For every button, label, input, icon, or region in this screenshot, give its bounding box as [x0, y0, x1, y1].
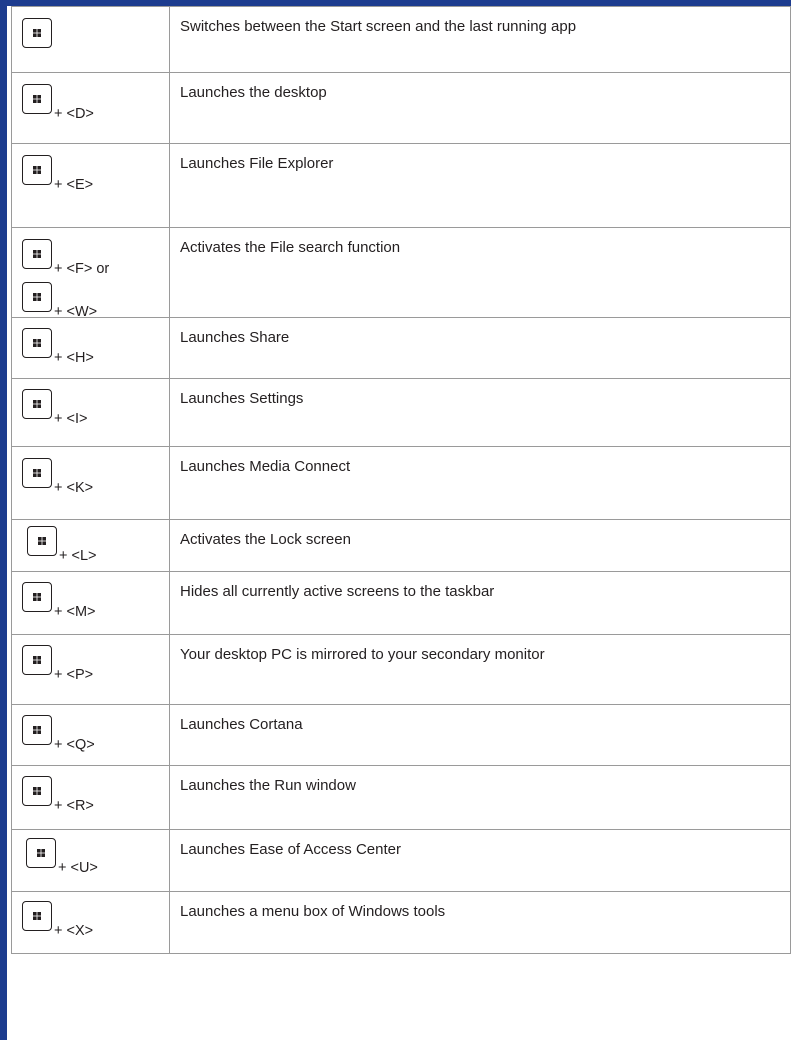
- shortcut-description: Hides all currently active screens to th…: [169, 571, 791, 635]
- shortcut-description: Launches Share: [169, 317, 791, 379]
- shortcut-keys-cell: + <K>: [11, 446, 170, 520]
- key-combo-label: + <Q>: [54, 737, 95, 753]
- windows-key: [22, 282, 52, 312]
- shortcut-keys-cell: + <I>: [11, 378, 170, 447]
- key-combo-label: + <R>: [54, 798, 94, 814]
- windows-logo-icon: [33, 469, 41, 477]
- shortcut-keys-cell: + <M>: [11, 571, 170, 635]
- shortcut-row: + <I> Launches Settings: [11, 378, 791, 447]
- shortcut-keys-cell: + <X>: [11, 891, 170, 954]
- windows-key: [22, 458, 52, 488]
- shortcut-row: + <P> Your desktop PC is mirrored to your…: [11, 634, 791, 705]
- shortcut-keys-cell: + <D>: [11, 72, 170, 144]
- shortcut-description: Launches a menu box of Windows tools: [169, 891, 791, 954]
- key-combo-label: + <E>: [54, 177, 94, 193]
- shortcut-keys-cell: + <L>: [11, 519, 170, 572]
- windows-logo-icon: [33, 29, 41, 37]
- shortcut-row: + <Q> Launches Cortana: [11, 704, 791, 766]
- windows-key: [22, 328, 52, 358]
- shortcut-row: + <L> Activates the Lock screen: [11, 519, 791, 572]
- windows-key: [22, 155, 52, 185]
- shortcut-description: Launches the Run window: [169, 765, 791, 830]
- shortcut-row: + <E> Launches File Explorer: [11, 143, 791, 228]
- shortcut-row: + <K> Launches Media Connect: [11, 446, 791, 520]
- windows-logo-icon: [33, 726, 41, 734]
- key-combo-label: + <D>: [54, 106, 94, 122]
- shortcut-row: Switches between the Start screen and th…: [11, 6, 791, 73]
- shortcut-description: Switches between the Start screen and th…: [169, 6, 791, 73]
- key-combo-label: + <U>: [58, 860, 98, 876]
- shortcut-row: + <X> Launches a menu box of Windows tool…: [11, 891, 791, 954]
- windows-logo-icon: [33, 339, 41, 347]
- left-accent-bar: [0, 0, 7, 1040]
- windows-logo-icon: [33, 656, 41, 664]
- key-combo-label: + <I>: [54, 411, 88, 427]
- windows-key: [27, 526, 57, 556]
- windows-key: [22, 582, 52, 612]
- key-combo-label: + <K>: [54, 480, 94, 496]
- windows-logo-icon: [33, 250, 41, 258]
- shortcut-description: Launches Cortana: [169, 704, 791, 766]
- windows-key: [22, 901, 52, 931]
- shortcut-description: Launches the desktop: [169, 72, 791, 144]
- shortcut-keys-cell: + <E>: [11, 143, 170, 228]
- key-combo-label: + <F> or: [54, 261, 110, 277]
- shortcut-keys-cell: + <Q>: [11, 704, 170, 766]
- shortcut-description: Launches Media Connect: [169, 446, 791, 520]
- shortcut-description: Activates the File search function: [169, 227, 791, 318]
- shortcut-keys-cell: + <H>: [11, 317, 170, 379]
- windows-key: [22, 18, 52, 48]
- windows-key: [26, 838, 56, 868]
- windows-key: [22, 715, 52, 745]
- shortcut-description: Activates the Lock screen: [169, 519, 791, 572]
- windows-logo-icon: [33, 787, 41, 795]
- shortcut-keys-cell: + <R>: [11, 765, 170, 830]
- shortcut-description: Launches File Explorer: [169, 143, 791, 228]
- key-combo-label: + <X>: [54, 923, 94, 939]
- shortcut-row: + <M> Hides all currently active screens …: [11, 571, 791, 635]
- shortcut-keys-cell: + <F> or + <W>: [11, 227, 170, 320]
- shortcut-keys-cell: + <P>: [11, 634, 170, 705]
- shortcut-row: + <H> Launches Share: [11, 317, 791, 379]
- shortcut-row: + <D> Launches the desktop: [11, 72, 791, 144]
- shortcut-description: Your desktop PC is mirrored to your seco…: [169, 634, 791, 705]
- windows-logo-icon: [33, 593, 41, 601]
- shortcut-row: + <U> Launches Ease of Access Center: [11, 829, 791, 892]
- windows-logo-icon: [33, 95, 41, 103]
- shortcut-row: + <R> Launches the Run window: [11, 765, 791, 830]
- key-combo-label: + <P>: [54, 667, 94, 683]
- windows-key: [22, 389, 52, 419]
- shortcut-description: Launches Settings: [169, 378, 791, 447]
- windows-logo-icon: [33, 400, 41, 408]
- windows-logo-icon: [37, 849, 45, 857]
- windows-key: [22, 645, 52, 675]
- windows-key: [22, 239, 52, 269]
- shortcut-table: Switches between the Start screen and th…: [11, 6, 791, 954]
- shortcut-keys-cell: [11, 6, 170, 73]
- windows-key: [22, 84, 52, 114]
- windows-logo-icon: [33, 293, 41, 301]
- windows-logo-icon: [33, 912, 41, 920]
- shortcut-row: + <F> or + <W> Activates the File search f…: [11, 227, 791, 320]
- windows-key: [22, 776, 52, 806]
- shortcut-description: Launches Ease of Access Center: [169, 829, 791, 892]
- windows-logo-icon: [33, 166, 41, 174]
- key-combo-label: + <L>: [59, 548, 97, 564]
- shortcut-keys-cell: + <U>: [11, 829, 170, 892]
- key-combo-label: + <M>: [54, 604, 96, 620]
- key-combo-label: + <H>: [54, 350, 94, 366]
- windows-logo-icon: [38, 537, 46, 545]
